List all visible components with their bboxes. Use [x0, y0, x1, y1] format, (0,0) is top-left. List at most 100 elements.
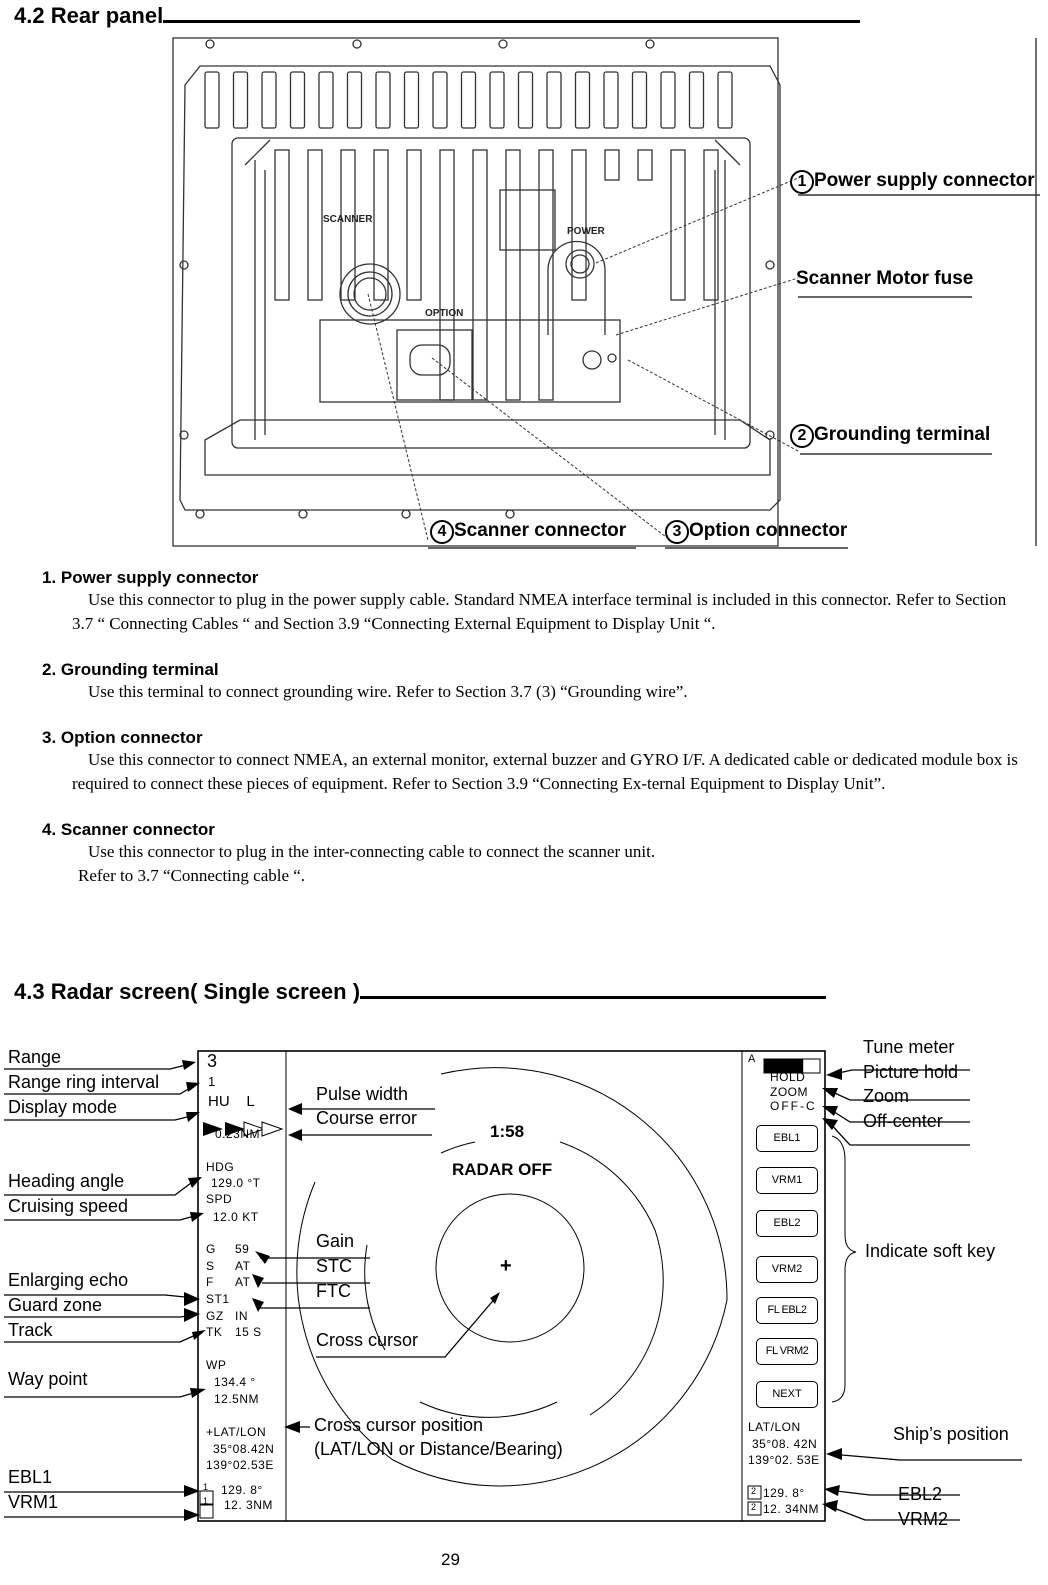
softkey-vrm1[interactable]: VRM1: [756, 1167, 818, 1194]
callout-number: 1: [790, 170, 814, 194]
softkey-next[interactable]: NEXT: [756, 1381, 818, 1408]
annotation-range: Range: [8, 1047, 62, 1067]
heat-fin: [432, 71, 448, 129]
hdg-value: 129.0 °T: [211, 1176, 261, 1190]
annotation-cross-cursor-position: Cross cursor position: [314, 1415, 484, 1435]
heat-fin: [538, 149, 554, 401]
callout-text: Power supply connector: [814, 170, 1035, 191]
ship-lon: 139°02. 53E: [748, 1453, 820, 1467]
item-text: Use this connector to connect NMEA, an e…: [72, 750, 1018, 793]
heat-fin: [307, 149, 323, 301]
heat-fin: [403, 71, 420, 129]
item-heading: 3. Option connector: [42, 728, 203, 747]
item-power-supply: 1. Power supply connector Use this conne…: [42, 568, 1022, 636]
callout-power-supply: 1 Power supply connector: [790, 170, 1035, 194]
annotation-tune-meter: Tune meter: [863, 1037, 955, 1057]
softkey-vrm2[interactable]: VRM2: [756, 1256, 818, 1283]
ebl2-value: 129. 8°: [763, 1486, 805, 1500]
item-text: Use this terminal to connect grounding w…: [88, 682, 688, 701]
hdg-label: HDG: [206, 1160, 235, 1174]
heading-rule: [360, 978, 827, 999]
vrm2-value: 12. 34NM: [763, 1502, 820, 1516]
panel-label-power: POWER: [567, 226, 606, 237]
item-option: 3. Option connector Use this connector t…: [42, 728, 1022, 796]
softkey-ebl1[interactable]: EBL1: [756, 1125, 818, 1152]
radar-status: RADAR OFF: [452, 1160, 553, 1179]
heat-fin: [373, 149, 389, 301]
stc-label: S: [206, 1259, 215, 1273]
annotation-zoom: Zoom: [863, 1086, 910, 1106]
callout-text: Grounding terminal: [814, 424, 991, 445]
annotation-vrm1: VRM1: [8, 1492, 59, 1512]
section-title-text: 4.3 Radar screen( Single screen ): [14, 979, 361, 1004]
annotation-enlarging-echo: Enlarging echo: [8, 1270, 129, 1290]
spd-label: SPD: [206, 1192, 233, 1206]
pulse-range-value: 0.23NM: [215, 1127, 261, 1141]
heat-fin: [604, 149, 620, 181]
vrm1-num: 1: [203, 1496, 209, 1506]
annotation-ebl2: EBL2: [898, 1484, 943, 1504]
heat-fin: [406, 149, 422, 301]
ebl2-num: 2: [751, 1486, 757, 1496]
heat-fin: [574, 71, 591, 129]
callout-option-connector: 3 Option connector: [665, 520, 847, 544]
ship-lat: 35°08. 42N: [752, 1437, 818, 1451]
section-heading-radar-screen: 4.3 Radar screen( Single screen ): [14, 978, 827, 1005]
heat-fin: [505, 149, 521, 401]
annotation-indicate-soft-key: Indicate soft key: [865, 1241, 996, 1261]
ftc-label: F: [206, 1275, 214, 1289]
heat-fin: [603, 71, 619, 129]
heat-fin: [703, 149, 719, 301]
range-ring-2: [364, 1141, 664, 1418]
heat-fin: [439, 149, 455, 401]
wp-distance: 12.5NM: [214, 1392, 260, 1406]
page-number: 29: [441, 1550, 460, 1569]
gain-value: 59: [235, 1242, 250, 1256]
heat-fin: [289, 71, 306, 129]
softkey-fl-vrm2[interactable]: FL VRM2: [756, 1338, 818, 1365]
cross-cursor[interactable]: +: [500, 1255, 512, 1278]
heat-fin: [688, 71, 705, 129]
heat-fin: [346, 71, 363, 129]
annotation-cross-cursor: Cross cursor: [316, 1330, 419, 1350]
heat-fin: [489, 71, 505, 129]
offcenter-indicator: OFF-C: [770, 1099, 817, 1113]
gain-label: G: [206, 1242, 216, 1256]
annotation-heading-angle: Heading angle: [8, 1171, 125, 1191]
callout-scanner-connector: 4 Scanner connector: [430, 520, 626, 544]
heat-fin: [274, 149, 290, 301]
item-scanner: 4. Scanner connector Use this connector …: [42, 820, 1022, 888]
annotation-ebl1: EBL1: [8, 1467, 53, 1487]
callout-number: 3: [665, 520, 689, 544]
display-mode-value: HU L: [208, 1093, 255, 1110]
zoom-indicator: ZOOM: [770, 1085, 808, 1099]
ftc-value: AT: [235, 1275, 251, 1289]
callout-number: 4: [430, 520, 454, 544]
radar-timer: 1:58: [490, 1122, 525, 1141]
rear-panel-figure: SCANNER POWER OPTION: [172, 37, 1040, 549]
heat-fin: [637, 149, 653, 181]
softkey-fl-ebl2[interactable]: FL EBL2: [756, 1297, 818, 1324]
tk-value: 15 S: [235, 1325, 262, 1339]
heat-fin: [546, 71, 562, 129]
callout-text: Scanner connector: [454, 520, 627, 541]
heat-fin: [204, 71, 220, 129]
annotation-off-center: Off-center: [863, 1111, 943, 1131]
heat-fin: [340, 149, 356, 301]
panel-label-option: OPTION: [425, 308, 463, 319]
item-heading: 4. Scanner connector: [42, 820, 215, 839]
annotation-ships-position: Ship’s position: [893, 1424, 1009, 1444]
annotation-ftc: FTC: [316, 1281, 351, 1301]
heat-fin: [660, 71, 676, 129]
vrm1-value: 12. 3NM: [224, 1498, 273, 1512]
spd-value: 12.0 KT: [213, 1210, 259, 1224]
annotation-display-mode: Display mode: [8, 1097, 118, 1117]
annotation-pulse-width: Pulse width: [316, 1084, 409, 1104]
callout-scanner-motor-fuse: Scanner Motor fuse: [796, 268, 974, 289]
section-heading-rear-panel: 4.2 Rear panel: [14, 2, 861, 29]
callout-number: 2: [790, 424, 814, 448]
softkey-ebl2[interactable]: EBL2: [756, 1210, 818, 1237]
ship-pos-label: LAT/LON: [748, 1420, 801, 1434]
gz-label: GZ: [206, 1309, 224, 1323]
callout-text: Option connector: [689, 520, 848, 541]
